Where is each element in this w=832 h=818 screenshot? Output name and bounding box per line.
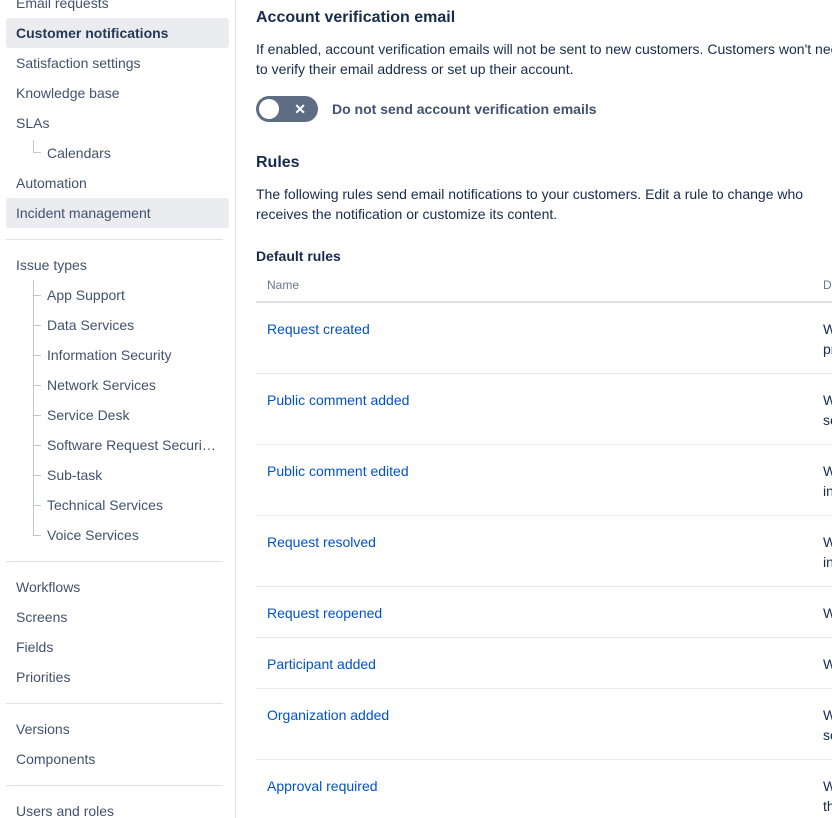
sidebar-item-calendars[interactable]: Calendars (6, 138, 229, 168)
sidebar-item-label: Knowledge base (16, 85, 120, 101)
account-verification-description: If enabled, account verification emails … (256, 39, 832, 79)
sidebar-item-label: Versions (16, 721, 70, 737)
table-header-row: Name Des (256, 278, 832, 303)
table-row[interactable]: Request created Wh pro (256, 303, 832, 374)
sidebar-item-workflows[interactable]: Workflows (6, 572, 229, 602)
rule-name[interactable]: Public comment edited (256, 461, 812, 501)
sidebar-item-label: SLAs (16, 115, 49, 131)
sidebar-item-label: App Support (47, 287, 125, 303)
sidebar-item-data-services[interactable]: Data Services (6, 310, 229, 340)
table-row[interactable]: Public comment edited Wh inv (256, 445, 832, 516)
sidebar-divider-3 (6, 703, 223, 704)
rule-name[interactable]: Public comment added (256, 390, 812, 430)
rule-name[interactable]: Participant added (256, 654, 812, 674)
sidebar-item-app-support[interactable]: App Support (6, 280, 229, 310)
sidebar-divider-2 (6, 561, 223, 562)
sidebar-divider-1 (6, 239, 223, 240)
sidebar-item-label: Software Request Securit… (47, 437, 220, 453)
sidebar-item-label: Calendars (47, 145, 111, 161)
sidebar-item-label: Voice Services (47, 527, 139, 543)
sidebar-item-label: Service Desk (47, 407, 129, 423)
rule-name[interactable]: Approval required (256, 776, 812, 816)
sidebar-item-satisfaction-settings[interactable]: Satisfaction settings (6, 48, 229, 78)
column-header-name: Name (256, 278, 812, 292)
rules-heading: Rules (256, 122, 832, 173)
rule-name[interactable]: Request created (256, 319, 812, 359)
rule-description: Wh pro (812, 319, 832, 359)
rule-description: Wh (812, 654, 832, 674)
sidebar-item-voice-services[interactable]: Voice Services (6, 520, 229, 550)
sidebar-item-label: Components (16, 751, 95, 767)
sidebar-item-label: Information Security (47, 347, 172, 363)
sidebar-item-automation[interactable]: Automation (6, 168, 229, 198)
sidebar-item-label: Satisfaction settings (16, 55, 141, 71)
rule-description: Wh tha (812, 776, 832, 816)
sidebar-item-label: Incident management (16, 205, 151, 221)
sidebar-item-label: Users and roles (16, 803, 114, 818)
toggle-label: Do not send account verification emails (332, 101, 597, 117)
sidebar-item-label: Screens (16, 609, 67, 625)
table-row[interactable]: Organization added Wh so (256, 689, 832, 760)
sidebar-item-software-request-security[interactable]: Software Request Securit… (6, 430, 229, 460)
rule-name[interactable]: Request reopened (256, 603, 812, 623)
table-row[interactable]: Request resolved Wh inv (256, 516, 832, 587)
column-header-description: Des (812, 278, 832, 292)
close-icon: ✕ (294, 102, 306, 116)
sidebar-item-knowledge-base[interactable]: Knowledge base (6, 78, 229, 108)
sidebar-item-label: Email requests (16, 0, 109, 11)
sidebar-item-service-desk[interactable]: Service Desk (6, 400, 229, 430)
project-settings-sidebar[interactable]: Email requests Customer notifications Sa… (0, 0, 236, 818)
table-row[interactable]: Public comment added Wh sen (256, 374, 832, 445)
sidebar-heading-issue-types: Issue types (6, 250, 229, 280)
sidebar-item-customer-notifications[interactable]: Customer notifications (6, 18, 229, 48)
sidebar-item-label: Workflows (16, 579, 80, 595)
sidebar-item-versions[interactable]: Versions (6, 714, 229, 744)
sidebar-item-label: Fields (16, 639, 53, 655)
sidebar-item-fields[interactable]: Fields (6, 632, 229, 662)
account-verification-toggle-row: ✕ Do not send account verification email… (256, 96, 832, 122)
sidebar-item-components[interactable]: Components (6, 744, 229, 774)
sidebar-item-email-requests[interactable]: Email requests (6, 0, 229, 18)
rule-name[interactable]: Organization added (256, 705, 812, 745)
sidebar-item-label: Network Services (47, 377, 156, 393)
sidebar-item-technical-services[interactable]: Technical Services (6, 490, 229, 520)
sidebar-item-label: Technical Services (47, 497, 163, 513)
rules-description: The following rules send email notificat… (256, 184, 832, 224)
rule-description: Wh inv (812, 461, 832, 501)
sidebar-item-priorities[interactable]: Priorities (6, 662, 229, 692)
do-not-send-verification-toggle[interactable]: ✕ (256, 96, 318, 122)
sidebar-item-information-security[interactable]: Information Security (6, 340, 229, 370)
sidebar-item-label: Customer notifications (16, 25, 168, 41)
rule-name[interactable]: Request resolved (256, 532, 812, 572)
table-row[interactable]: Request reopened Wh (256, 587, 832, 638)
table-row[interactable]: Participant added Wh (256, 638, 832, 689)
sidebar-item-screens[interactable]: Screens (6, 602, 229, 632)
rule-description: Wh sen (812, 390, 832, 430)
sidebar-item-label: Sub-task (47, 467, 102, 483)
rule-description: Wh so (812, 705, 832, 745)
sidebar-heading-label: Issue types (16, 257, 87, 273)
rule-description: Wh (812, 603, 832, 623)
toggle-knob (259, 99, 279, 119)
table-row[interactable]: Approval required Wh tha (256, 760, 832, 818)
sidebar-item-slas[interactable]: SLAs (6, 108, 229, 138)
sidebar-item-label: Automation (16, 175, 87, 191)
default-rules-heading: Default rules (256, 224, 832, 266)
sidebar-item-users-and-roles[interactable]: Users and roles (6, 796, 229, 818)
account-verification-heading: Account verification email (256, 0, 832, 28)
customer-notifications-content: Account verification email If enabled, a… (236, 0, 832, 818)
sidebar-item-label: Data Services (47, 317, 134, 333)
rule-description: Wh inv (812, 532, 832, 572)
sidebar-divider-4 (6, 785, 223, 786)
sidebar-item-incident-management[interactable]: Incident management (6, 198, 229, 228)
sidebar-item-label: Priorities (16, 669, 70, 685)
sidebar-item-sub-task[interactable]: Sub-task (6, 460, 229, 490)
settings-page: Email requests Customer notifications Sa… (0, 0, 832, 818)
default-rules-table: Name Des Request created Wh pro Public c… (256, 278, 832, 818)
sidebar-item-network-services[interactable]: Network Services (6, 370, 229, 400)
